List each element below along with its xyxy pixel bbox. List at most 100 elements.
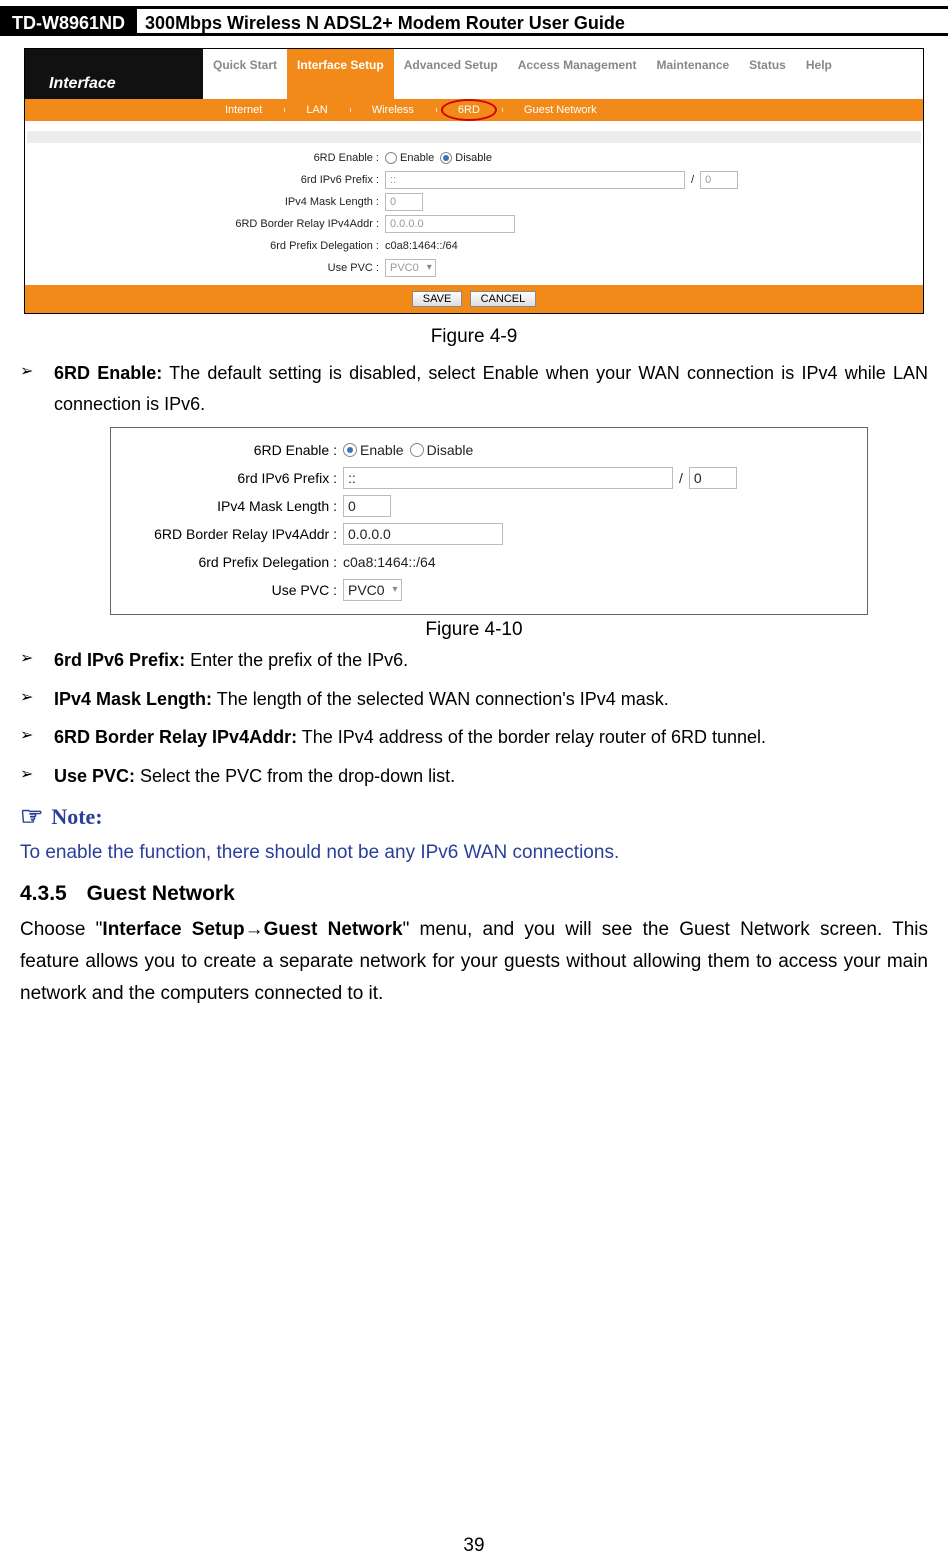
- bullet-term: 6RD Border Relay IPv4Addr:: [54, 727, 297, 747]
- tab-interface-setup[interactable]: Interface Setup: [287, 49, 394, 99]
- mask-input[interactable]: 0: [343, 495, 391, 517]
- slash-separator: /: [679, 470, 683, 486]
- subtab-label: Guest Network: [524, 104, 597, 116]
- tab-quick-start[interactable]: Quick Start: [203, 49, 287, 99]
- list-item: ➢ IPv4 Mask Length: The length of the se…: [20, 684, 928, 715]
- section-paragraph: Choose "Interface Setup→Guest Network" m…: [20, 914, 928, 1011]
- prefix-input[interactable]: ::: [385, 171, 685, 189]
- enable-radio[interactable]: Enable: [343, 442, 404, 458]
- page-number: 39: [0, 1535, 948, 1557]
- prefix-label: 6rd IPv6 Prefix :: [123, 470, 343, 486]
- enable-radio[interactable]: Enable: [385, 152, 434, 164]
- cancel-button[interactable]: CANCEL: [470, 291, 537, 307]
- list-item: ➢ 6RD Enable: The default setting is dis…: [20, 358, 928, 419]
- pvc-select[interactable]: PVC0: [385, 259, 436, 277]
- list-item: ➢ 6RD Border Relay IPv4Addr: The IPv4 ad…: [20, 722, 928, 753]
- radio-label: Enable: [400, 152, 434, 164]
- ss1-footer: SAVE CANCEL: [25, 285, 923, 313]
- subtab-label: 6RD: [458, 104, 480, 116]
- prefix-input[interactable]: ::: [343, 467, 673, 489]
- prefix-length-input[interactable]: 0: [689, 467, 737, 489]
- radio-label: Disable: [427, 442, 474, 458]
- note-title: Note:: [51, 804, 102, 830]
- note-block: ☞ Note: To enable the function, there sh…: [20, 802, 928, 864]
- subtab-label: LAN: [306, 104, 327, 116]
- save-button[interactable]: SAVE: [412, 291, 463, 307]
- bullet-desc: The default setting is disabled, select …: [54, 363, 928, 414]
- tab-help[interactable]: Help: [796, 49, 842, 99]
- para-bold: Interface Setup→Guest Network: [102, 919, 402, 940]
- pvc-label: Use PVC :: [123, 582, 343, 598]
- mask-label: IPv4 Mask Length :: [25, 196, 385, 208]
- bullet-term: 6rd IPv6 Prefix:: [54, 650, 185, 670]
- enable-label: 6RD Enable :: [123, 442, 343, 458]
- radio-label: Enable: [360, 442, 404, 458]
- tab-maintenance[interactable]: Maintenance: [646, 49, 739, 99]
- delegation-value: c0a8:1464::/64: [343, 554, 436, 570]
- relay-input[interactable]: 0.0.0.0: [385, 215, 515, 233]
- interface-label: Interface: [25, 49, 203, 99]
- delegation-label: 6rd Prefix Delegation :: [25, 240, 385, 252]
- slash-separator: /: [691, 174, 694, 186]
- bullet-icon: ➢: [20, 722, 54, 753]
- tab-label: Advanced Setup: [404, 58, 498, 72]
- enable-label: 6RD Enable :: [25, 152, 385, 164]
- list-item: ➢ 6rd IPv6 Prefix: Enter the prefix of t…: [20, 645, 928, 676]
- gray-divider: [27, 131, 921, 143]
- tab-label: Status: [749, 58, 786, 72]
- subtab-guest-network[interactable]: Guest Network: [502, 104, 619, 116]
- pvc-label: Use PVC :: [25, 262, 385, 274]
- ss1-subtabbar: Internet LAN Wireless 6RD Guest Network: [25, 99, 923, 121]
- para-text: Choose ": [20, 919, 102, 940]
- section-number: 4.3.5: [20, 882, 67, 905]
- tab-access-management[interactable]: Access Management: [508, 49, 647, 99]
- disable-radio[interactable]: Disable: [410, 442, 474, 458]
- tab-label: Interface Setup: [297, 58, 384, 72]
- bullet-desc: The length of the selected WAN connectio…: [212, 689, 669, 709]
- radio-label: Disable: [455, 152, 492, 164]
- mask-label: IPv4 Mask Length :: [123, 498, 343, 514]
- bullet-desc: Enter the prefix of the IPv6.: [185, 650, 408, 670]
- figure-4-9-caption: Figure 4-9: [0, 326, 948, 348]
- relay-label: 6RD Border Relay IPv4Addr :: [25, 218, 385, 230]
- tab-label: Quick Start: [213, 58, 277, 72]
- relay-label: 6RD Border Relay IPv4Addr :: [123, 526, 343, 542]
- figure-4-10-screenshot: 6RD Enable : Enable Disable 6rd IPv6 Pre…: [110, 427, 868, 615]
- figure-4-9-screenshot: Interface Quick Start Interface Setup Ad…: [24, 48, 924, 314]
- bullet-term: 6RD Enable:: [54, 363, 162, 383]
- bullet-term: Use PVC:: [54, 766, 135, 786]
- delegation-label: 6rd Prefix Delegation :: [123, 554, 343, 570]
- subtab-label: Wireless: [372, 104, 414, 116]
- list-item: ➢ Use PVC: Select the PVC from the drop-…: [20, 761, 928, 792]
- subtab-internet[interactable]: Internet: [203, 104, 284, 116]
- section-heading: 4.3.5 Guest Network: [20, 882, 928, 906]
- note-body: To enable the function, there should not…: [20, 842, 928, 864]
- guide-title: 300Mbps Wireless N ADSL2+ Modem Router U…: [137, 9, 948, 36]
- tab-status[interactable]: Status: [739, 49, 796, 99]
- bullet-icon: ➢: [20, 645, 54, 676]
- pvc-select[interactable]: PVC0: [343, 579, 402, 601]
- delegation-value: c0a8:1464::/64: [385, 240, 458, 252]
- prefix-label: 6rd IPv6 Prefix :: [25, 174, 385, 186]
- subtab-wireless[interactable]: Wireless: [350, 104, 436, 116]
- disable-radio[interactable]: Disable: [440, 152, 492, 164]
- figure-4-10-caption: Figure 4-10: [0, 619, 948, 641]
- tab-label: Access Management: [518, 58, 637, 72]
- subtab-6rd[interactable]: 6RD: [436, 104, 502, 116]
- pointing-hand-icon: ☞: [20, 802, 43, 832]
- bullet-term: IPv4 Mask Length:: [54, 689, 212, 709]
- subtab-lan[interactable]: LAN: [284, 104, 349, 116]
- bullet-desc: Select the PVC from the drop-down list.: [135, 766, 455, 786]
- prefix-length-input[interactable]: 0: [700, 171, 738, 189]
- bullet-desc: The IPv4 address of the border relay rou…: [297, 727, 766, 747]
- relay-input[interactable]: 0.0.0.0: [343, 523, 503, 545]
- subtab-label: Internet: [225, 104, 262, 116]
- ss1-tabbar: Interface Quick Start Interface Setup Ad…: [25, 49, 923, 99]
- tab-label: Help: [806, 58, 832, 72]
- section-title: Guest Network: [87, 882, 235, 905]
- page-header: TD-W8961ND 300Mbps Wireless N ADSL2+ Mod…: [0, 6, 948, 36]
- mask-input[interactable]: 0: [385, 193, 423, 211]
- bullet-icon: ➢: [20, 358, 54, 419]
- tab-advanced-setup[interactable]: Advanced Setup: [394, 49, 508, 99]
- model-label: TD-W8961ND: [0, 9, 137, 36]
